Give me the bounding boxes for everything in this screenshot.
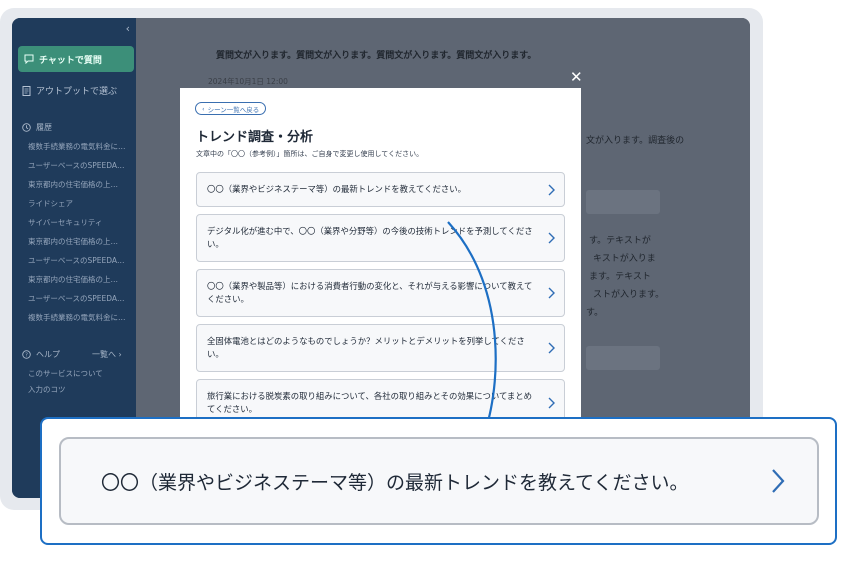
answer-text: キストが入りま (593, 254, 656, 264)
history-item[interactable]: ユーザーベースのSPEEDA… (28, 255, 132, 266)
chevron-right-icon (548, 232, 555, 244)
prompt-option-text: 〇〇（業界やビジネステーマ等）の最新トレンドを教えてください。 (207, 184, 466, 194)
answer-text: す。 (586, 308, 604, 318)
clock-icon (22, 123, 31, 132)
prompt-modal: ‹ シーン一覧へ戻る トレンド調査・分析 文章中の「〇〇（参考例）」箇所は、ご自… (180, 88, 581, 418)
chevron-right-icon (548, 397, 555, 409)
history-header: 履歴 (22, 122, 52, 133)
zoomed-prompt-text: 〇〇（業界やビジネステーマ等）の最新トレンドを教えてください。 (101, 471, 689, 494)
history-item[interactable]: 複数手続業務の電気料金に… (28, 312, 132, 323)
svg-text:?: ? (25, 353, 28, 359)
answer-text: 文が入ります。調査後の (586, 136, 685, 146)
prompt-option-text: 〇〇（業界や製品等）における消費者行動の変化と、それが与える影響について教えてく… (207, 281, 533, 304)
prompt-option-text: 全固体電池とはどのようなものでしょうか？メリットとデメリットを列挙してください。 (207, 336, 525, 359)
prompt-option-text: 旅行業における脱炭素の取り組みについて、各社の取り組みとその効果についてまとめて… (207, 391, 533, 414)
nav-output-button[interactable]: アウトプットで選ぶ (22, 84, 117, 97)
history-label: 履歴 (36, 123, 52, 132)
help-item[interactable]: 入力のコツ (28, 384, 66, 395)
answer-text: す。テキストが (589, 236, 651, 246)
answer-block (586, 190, 660, 214)
timestamp: 2024年10月1日 12:00 (208, 77, 288, 86)
nav-chat-button[interactable]: チャットで質問 (18, 46, 134, 72)
answer-block (586, 346, 660, 370)
history-item[interactable]: 東京都内の住宅価格の上… (28, 236, 132, 247)
nav-output-label: アウトプットで選ぶ (36, 87, 118, 97)
history-item[interactable]: ユーザーベースのSPEEDA… (28, 160, 132, 171)
history-item[interactable]: 複数手続業務の電気料金に… (28, 141, 132, 152)
modal-note: 文章中の「〇〇（参考例）」箇所は、ご自身で変更し使用してください。 (196, 150, 424, 158)
back-label: シーン一覧へ戻る (207, 105, 260, 114)
help-icon: ? (22, 350, 31, 359)
help-more-link[interactable]: 一覧へ › (92, 349, 122, 360)
chevron-right-icon (548, 287, 555, 299)
chevron-right-icon (548, 184, 555, 195)
back-to-scenes-button[interactable]: ‹ シーン一覧へ戻る (195, 102, 267, 115)
chevron-left-icon: ‹ (202, 104, 205, 113)
help-header: ? ヘルプ 一覧へ › (22, 349, 122, 360)
question-text: 質問文が入ります。質問文が入ります。質問文が入ります。質問文が入ります。 (216, 51, 537, 61)
nav-chat-label: チャットで質問 (39, 55, 102, 66)
answer-text: ストが入ります。 (593, 290, 665, 300)
history-item[interactable]: ライドシェア (28, 198, 132, 209)
chevron-left-icon[interactable]: ‹ (126, 22, 130, 35)
history-item[interactable]: サイバーセキュリティ (28, 217, 132, 228)
chevron-right-icon (772, 469, 785, 493)
prompt-option[interactable]: 〇〇（業界やビジネステーマ等）の最新トレンドを教えてください。 (196, 172, 565, 207)
answer-text: ます。テキスト (589, 272, 651, 282)
document-icon (22, 85, 31, 96)
history-item[interactable]: ユーザーベースのSPEEDA… (28, 293, 132, 304)
prompt-option[interactable]: 全固体電池とはどのようなものでしょうか？メリットとデメリットを列挙してください。 (196, 324, 565, 372)
history-item[interactable]: 東京都内の住宅価格の上… (28, 274, 132, 285)
help-item[interactable]: このサービスについて (28, 368, 103, 379)
zoomed-prompt-option[interactable]: 〇〇（業界やビジネステーマ等）の最新トレンドを教えてください。 (59, 437, 819, 525)
help-label: ヘルプ (36, 350, 60, 359)
chat-bubble-icon (24, 54, 34, 64)
help-more-label: 一覧へ (92, 350, 116, 359)
prompt-option[interactable]: デジタル化が進む中で、〇〇（業界や分野等）の今後の技術トレンドを予測してください… (196, 214, 565, 262)
prompt-option[interactable]: 旅行業における脱炭素の取り組みについて、各社の取り組みとその効果についてまとめて… (196, 379, 565, 418)
zoom-callout: 〇〇（業界やビジネステーマ等）の最新トレンドを教えてください。 (40, 417, 837, 545)
close-icon[interactable]: ✕ (570, 70, 583, 85)
modal-title: トレンド調査・分析 (196, 130, 314, 145)
history-item[interactable]: 東京都内の住宅価格の上… (28, 179, 132, 190)
chevron-right-icon (548, 342, 555, 354)
prompt-option-text: デジタル化が進む中で、〇〇（業界や分野等）の今後の技術トレンドを予測してください… (207, 226, 533, 249)
prompt-option[interactable]: 〇〇（業界や製品等）における消費者行動の変化と、それが与える影響について教えてく… (196, 269, 565, 317)
